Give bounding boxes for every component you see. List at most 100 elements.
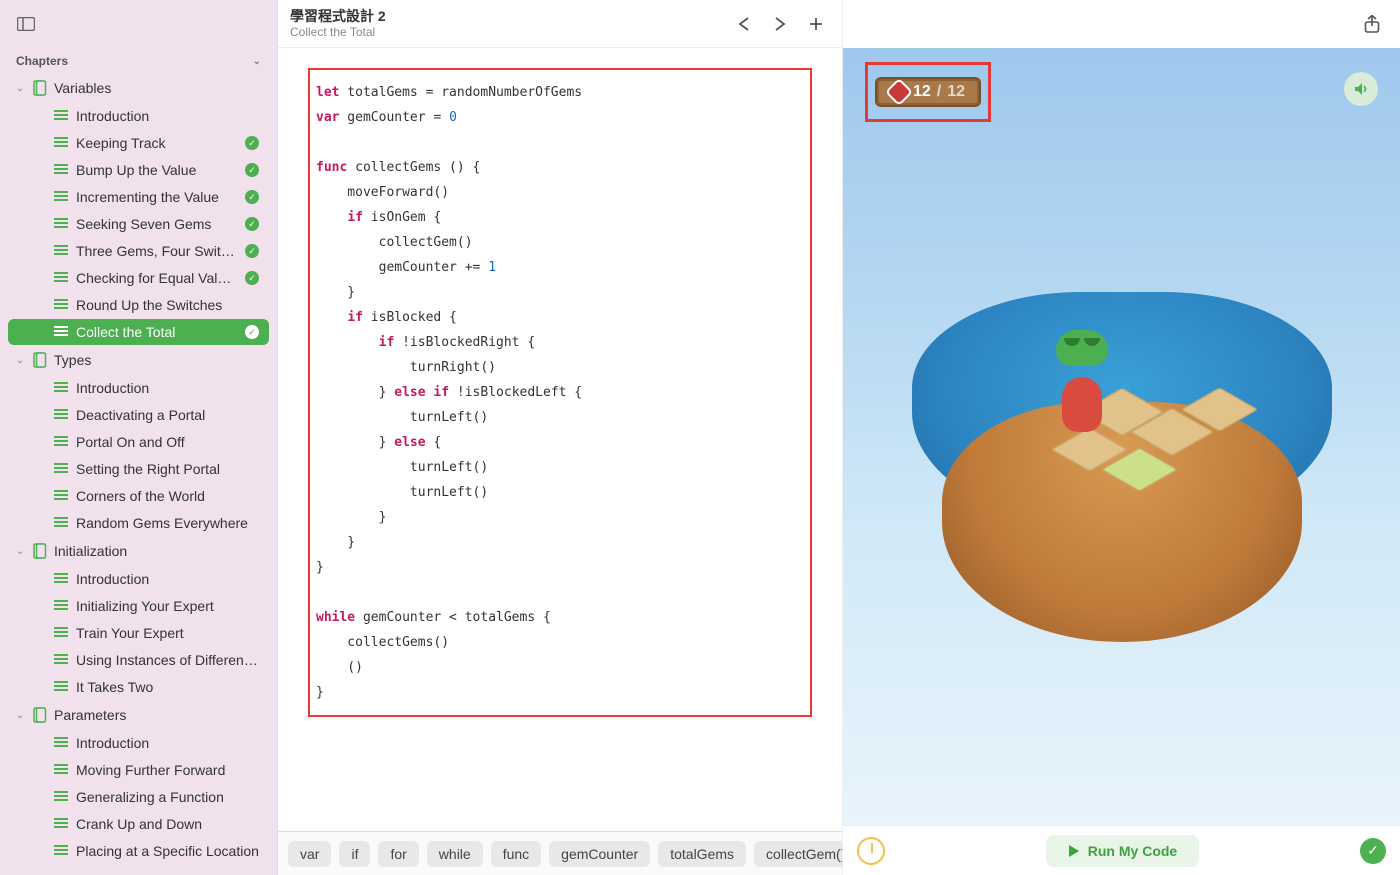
snippet-chip[interactable]: gemCounter xyxy=(549,841,650,867)
chevron-down-icon: ⌄ xyxy=(16,355,26,366)
prev-page-button[interactable] xyxy=(730,10,758,38)
item-label: Crank Up and Down xyxy=(76,816,259,832)
item-label: Train Your Expert xyxy=(76,625,259,641)
page-icon xyxy=(54,299,68,311)
sidebar-item[interactable]: Placing at a Specific Location xyxy=(8,838,269,864)
item-label: Initializing Your Expert xyxy=(76,598,259,614)
sidebar-item[interactable]: Initializing Your Expert xyxy=(8,593,269,619)
toggle-sidebar-icon[interactable] xyxy=(12,10,40,38)
item-label: Checking for Equal Values xyxy=(76,270,237,286)
chevron-down-icon: ⌄ xyxy=(16,83,26,94)
snippet-chip[interactable]: if xyxy=(339,841,370,867)
item-label: Introduction xyxy=(76,571,259,587)
next-page-button[interactable] xyxy=(766,10,794,38)
page-icon xyxy=(54,164,68,176)
sidebar-item[interactable]: Incrementing the Value✓ xyxy=(8,184,269,210)
sidebar-item[interactable]: Portal On and Off xyxy=(8,429,269,455)
check-icon: ✓ xyxy=(245,163,259,177)
item-label: Placing at a Specific Location xyxy=(76,843,259,859)
section-initialization[interactable]: ⌄Initialization xyxy=(0,537,277,565)
sidebar-item[interactable]: Introduction xyxy=(8,730,269,756)
sidebar-item[interactable]: Random Gems Everywhere xyxy=(8,510,269,536)
item-label: Setting the Right Portal xyxy=(76,461,259,477)
sidebar-item[interactable]: Deactivating a Portal xyxy=(8,402,269,428)
page-icon xyxy=(54,764,68,776)
section-title: Parameters xyxy=(54,707,126,723)
check-icon: ✓ xyxy=(245,325,259,339)
section-parameters[interactable]: ⌄ Parameters xyxy=(0,701,277,729)
code-editor[interactable]: let totalGems = randomNumberOfGems var g… xyxy=(316,80,804,705)
item-label: Using Instances of Different Ty… xyxy=(76,652,259,668)
chapters-label: Chapters xyxy=(16,54,68,68)
sidebar-item[interactable]: It Takes Two xyxy=(8,674,269,700)
page-subtitle: Collect the Total xyxy=(290,25,722,39)
check-icon: ✓ xyxy=(245,217,259,231)
sidebar-item[interactable]: Train Your Expert xyxy=(8,620,269,646)
item-label: Bump Up the Value xyxy=(76,162,237,178)
item-label: Corners of the World xyxy=(76,488,259,504)
item-label: Portal On and Off xyxy=(76,434,259,450)
section-title: Variables xyxy=(54,80,111,96)
snippet-chip[interactable]: for xyxy=(378,841,418,867)
sidebar-item[interactable]: Introduction xyxy=(8,103,269,129)
byte-character xyxy=(1052,322,1112,432)
chevron-down-icon: ⌄ xyxy=(253,56,261,67)
snippet-chip[interactable]: func xyxy=(491,841,541,867)
sidebar-item[interactable]: Setting the Right Portal xyxy=(8,456,269,482)
sidebar-item[interactable]: Crank Up and Down xyxy=(8,811,269,837)
score-badge: 12/12 xyxy=(875,77,981,107)
chevron-down-icon: ⌄ xyxy=(16,710,26,721)
sidebar-item[interactable]: Checking for Equal Values ✓ xyxy=(8,265,269,291)
scene-pane: 12/12 Run My C xyxy=(842,0,1400,875)
section-types[interactable]: ⌄Types xyxy=(0,346,277,374)
section-variables[interactable]: ⌄ Variables xyxy=(0,74,277,102)
speed-icon[interactable] xyxy=(857,837,885,865)
page-icon xyxy=(54,218,68,230)
sidebar-item[interactable]: Round Up the Switches xyxy=(8,292,269,318)
sidebar-item[interactable]: Using Instances of Different Ty… xyxy=(8,647,269,673)
page-icon xyxy=(54,490,68,502)
page-icon xyxy=(54,845,68,857)
chapters-header[interactable]: Chapters ⌄ xyxy=(0,48,277,74)
sidebar-item[interactable]: Collect the Total✓ xyxy=(8,319,269,345)
score-total: 12 xyxy=(947,83,965,101)
island xyxy=(912,262,1332,642)
page-icon xyxy=(54,517,68,529)
run-code-button[interactable]: Run My Code xyxy=(1046,835,1199,867)
snippet-chip[interactable]: var xyxy=(288,841,331,867)
item-label: Deactivating a Portal xyxy=(76,407,259,423)
item-label: Introduction xyxy=(76,108,259,124)
sidebar-item[interactable]: Seeking Seven Gems ✓ xyxy=(8,211,269,237)
game-scene[interactable]: 12/12 xyxy=(843,48,1400,825)
page-icon xyxy=(54,600,68,612)
page-icon xyxy=(54,245,68,257)
snippet-chip[interactable]: totalGems xyxy=(658,841,746,867)
page-icon xyxy=(54,818,68,830)
score-current: 12 xyxy=(913,83,931,101)
code-editor-highlight: let totalGems = randomNumberOfGems var g… xyxy=(308,68,812,717)
add-page-button[interactable] xyxy=(802,10,830,38)
gem-icon xyxy=(888,81,911,104)
sidebar-item[interactable]: Moving Further Forward xyxy=(8,757,269,783)
sidebar-item[interactable]: Keeping Track✓ xyxy=(8,130,269,156)
page-icon xyxy=(54,654,68,666)
sidebar-item[interactable]: Corners of the World xyxy=(8,483,269,509)
sidebar-item[interactable]: Three Gems, Four Switches✓ xyxy=(8,238,269,264)
share-icon[interactable] xyxy=(1358,10,1386,38)
sidebar: Chapters ⌄ ⌄ Variables Introduction Keeping… xyxy=(0,0,278,875)
chapter-tree: ⌄VariablesIntroductionKeeping Track✓Bump… xyxy=(0,74,277,875)
page-icon xyxy=(54,326,68,338)
sidebar-item[interactable]: Generalizing a Function xyxy=(8,784,269,810)
sidebar-item[interactable]: Introduction xyxy=(8,375,269,401)
snippet-chip[interactable]: while xyxy=(427,841,483,867)
score-highlight: 12/12 xyxy=(865,62,991,122)
sidebar-item[interactable]: Bump Up the Value ✓ xyxy=(8,157,269,183)
item-label: Incrementing the Value xyxy=(76,189,237,205)
check-icon: ✓ xyxy=(245,271,259,285)
success-icon: ✓ xyxy=(1360,838,1386,864)
sound-toggle[interactable] xyxy=(1344,72,1378,106)
sidebar-item[interactable]: Introduction xyxy=(8,566,269,592)
section-icon xyxy=(32,543,48,559)
item-label: Seeking Seven Gems xyxy=(76,216,237,232)
page-icon xyxy=(54,409,68,421)
